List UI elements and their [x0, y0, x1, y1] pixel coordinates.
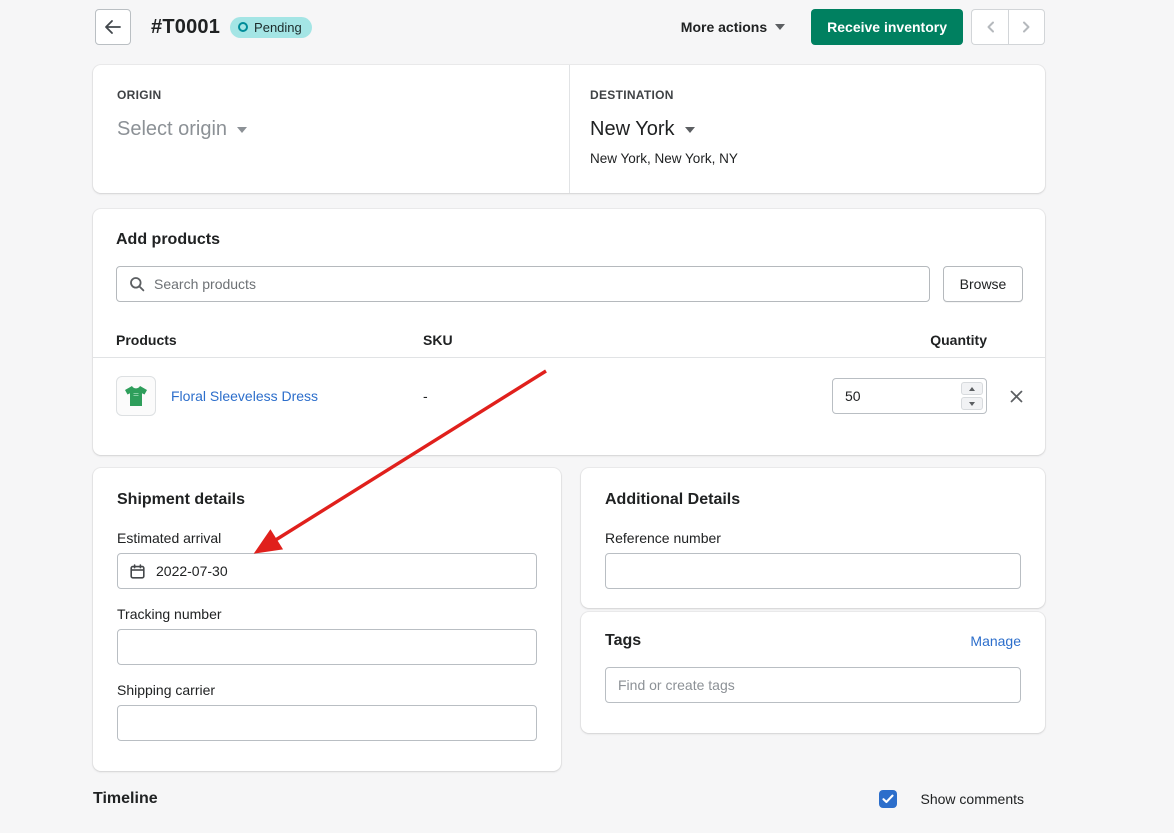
tshirt-icon — [125, 386, 147, 406]
transfer-detail-page: #T0001 Pending More actions Receive inve… — [0, 0, 1174, 833]
tracking-number-label: Tracking number — [117, 606, 222, 622]
reference-number-input[interactable] — [605, 553, 1021, 589]
estimated-arrival-field[interactable] — [117, 553, 537, 589]
product-sku: - — [423, 388, 428, 404]
pagination — [971, 9, 1045, 45]
next-page-button[interactable] — [1008, 9, 1045, 45]
shipping-carrier-label: Shipping carrier — [117, 682, 216, 698]
quantity-increment-button[interactable] — [961, 382, 983, 395]
remove-product-button[interactable] — [1010, 390, 1023, 403]
manage-tags-link[interactable]: Manage — [970, 633, 1021, 649]
x-icon — [1010, 390, 1022, 402]
checkmark-icon — [881, 794, 894, 804]
tags-card: Tags Manage — [581, 612, 1045, 733]
chevron-right-icon — [1023, 21, 1030, 33]
chevron-left-icon — [987, 21, 994, 33]
status-ring-icon — [238, 22, 249, 32]
previous-page-button[interactable] — [971, 9, 1008, 45]
triangle-up-icon — [969, 386, 975, 391]
add-products-card: Add products Browse Products SKU Quantit… — [93, 209, 1045, 455]
more-actions-button[interactable]: More actions — [677, 13, 789, 41]
tags-title: Tags — [605, 632, 642, 649]
product-thumbnail — [116, 376, 156, 416]
show-comments-checkbox[interactable] — [878, 790, 897, 808]
calendar-icon — [130, 563, 145, 579]
origin-section: ORIGIN Select origin — [93, 65, 570, 193]
destination-address: New York, New York, NY — [590, 151, 738, 166]
table-row: Floral Sleeveless Dress - — [93, 358, 1045, 434]
destination-select[interactable]: New York — [590, 118, 695, 141]
timeline-section: Timeline Show comments — [93, 790, 1045, 808]
status-badge-label: Pending — [254, 19, 302, 35]
back-button[interactable] — [95, 9, 131, 45]
search-icon — [130, 277, 145, 292]
shipment-details-card: Shipment details Estimated arrival Track… — [93, 468, 561, 771]
quantity-field — [832, 378, 987, 414]
page-title: #T0001 — [151, 15, 221, 38]
timeline-title: Timeline — [93, 790, 158, 807]
reference-number-label: Reference number — [605, 530, 721, 546]
browse-button[interactable]: Browse — [943, 266, 1023, 302]
product-search-box — [116, 266, 930, 302]
products-column-header: Products — [116, 331, 177, 348]
shipment-details-title: Shipment details — [117, 491, 246, 508]
show-comments-label[interactable]: Show comments — [921, 791, 1024, 807]
destination-select-value: New York — [590, 118, 675, 140]
receive-inventory-button[interactable]: Receive inventory — [811, 9, 963, 45]
tracking-number-input[interactable] — [117, 629, 537, 665]
estimated-arrival-label: Estimated arrival — [117, 530, 222, 546]
tags-input[interactable] — [605, 667, 1021, 703]
shipping-carrier-input[interactable] — [117, 705, 537, 741]
products-table-header: Products SKU Quantity — [93, 322, 1045, 358]
triangle-down-icon — [969, 401, 975, 406]
more-actions-label: More actions — [680, 19, 768, 35]
quantity-column-header: Quantity — [930, 331, 987, 348]
caret-down-icon — [237, 126, 248, 133]
page-header: #T0001 Pending More actions Receive inve… — [95, 8, 1045, 46]
destination-section: DESTINATION New York New York, New York,… — [570, 65, 1045, 193]
origin-label: ORIGIN — [117, 88, 162, 102]
origin-select[interactable]: Select origin — [117, 118, 248, 141]
quantity-decrement-button[interactable] — [961, 397, 983, 410]
origin-select-value: Select origin — [117, 118, 228, 140]
caret-down-icon — [684, 126, 695, 133]
destination-label: DESTINATION — [590, 88, 674, 102]
additional-details-title: Additional Details — [605, 491, 741, 508]
locations-card: ORIGIN Select origin DESTINATION New Yor… — [93, 65, 1045, 193]
header-actions: More actions Receive inventory — [677, 9, 1045, 45]
status-badge: Pending — [230, 16, 312, 38]
sku-column-header: SKU — [423, 331, 453, 348]
arrow-left-icon — [105, 20, 121, 34]
product-link[interactable]: Floral Sleeveless Dress — [171, 388, 318, 404]
quantity-stepper — [961, 382, 983, 410]
product-search-input[interactable] — [154, 276, 917, 292]
add-products-title: Add products — [116, 231, 220, 248]
additional-details-card: Additional Details Reference number — [581, 468, 1045, 608]
estimated-arrival-input[interactable] — [156, 563, 524, 579]
caret-down-icon — [775, 24, 786, 30]
